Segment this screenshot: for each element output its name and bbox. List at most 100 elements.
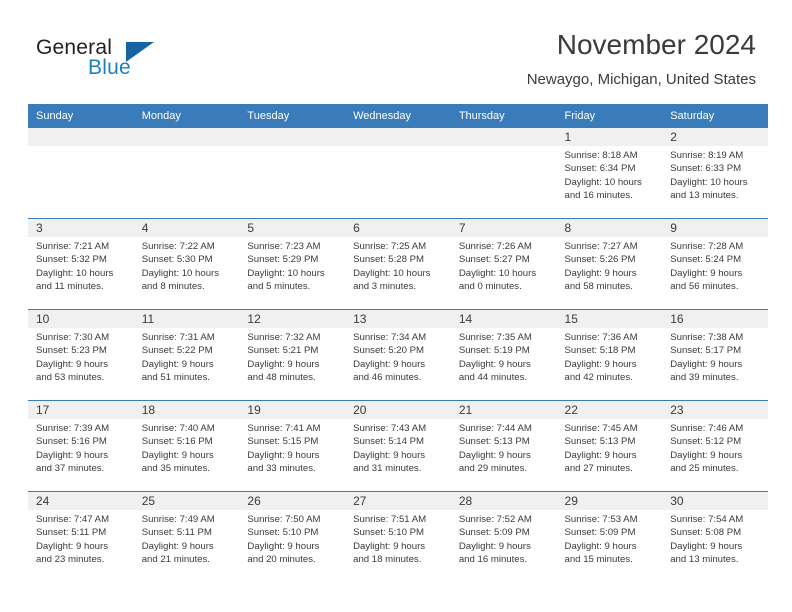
sun-info-sunrise: Sunrise: 7:39 AM (36, 423, 110, 434)
weekday-header-friday: Friday (556, 104, 663, 128)
calendar-cell: 19 Sunrise: 7:41 AM Sunset: 5:15 PM Dayligh… (239, 400, 346, 492)
day-number: 29 (556, 492, 663, 510)
day-cell-24[interactable]: 24 Sunrise: 7:47 AM Sunset: 5:11 PM Dayligh… (28, 492, 134, 582)
day-cell-25[interactable]: 25 Sunrise: 7:49 AM Sunset: 5:11 PM Dayligh… (133, 492, 240, 582)
day-cell-15[interactable]: 15 Sunrise: 7:36 AM Sunset: 5:18 PM Dayligh… (556, 310, 663, 400)
sun-info-sunrise: Sunrise: 7:36 AM (564, 332, 638, 343)
day-cell-17[interactable]: 17 Sunrise: 7:39 AM Sunset: 5:16 PM Dayligh… (28, 401, 134, 491)
day-number: 19 (239, 401, 346, 419)
day-cell-19[interactable]: 19 Sunrise: 7:41 AM Sunset: 5:15 PM Dayligh… (239, 401, 346, 491)
day-sun-info: Sunrise: 7:31 AM Sunset: 5:22 PM Daylight:… (134, 328, 240, 385)
sun-info-daylight2: and 23 minutes. (36, 554, 105, 566)
sun-info-daylight1: Daylight: 10 hours (670, 176, 748, 188)
day-cell-8[interactable]: 8 Sunrise: 7:27 AM Sunset: 5:26 PM Daylight… (556, 219, 663, 309)
calendar-cell: 18 Sunrise: 7:40 AM Sunset: 5:16 PM Dayligh… (133, 400, 240, 492)
sun-info-daylight2: and 0 minutes. (458, 281, 522, 293)
day-number (345, 128, 451, 146)
sun-info-daylight1: Daylight: 9 hours (564, 449, 637, 461)
day-cell-7[interactable]: 7 Sunrise: 7:26 AM Sunset: 5:27 PM Daylight… (450, 219, 557, 309)
day-cell-16[interactable]: 16 Sunrise: 7:38 AM Sunset: 5:17 PM Dayligh… (662, 310, 768, 400)
day-cell-10[interactable]: 10 Sunrise: 7:30 AM Sunset: 5:23 PM Dayligh… (28, 310, 134, 400)
day-number: 13 (345, 310, 451, 328)
day-cell-12[interactable]: 12 Sunrise: 7:32 AM Sunset: 5:21 PM Dayligh… (239, 310, 346, 400)
sun-info-sunrise: Sunrise: 7:30 AM (36, 332, 110, 343)
day-cell-30[interactable]: 30 Sunrise: 7:54 AM Sunset: 5:08 PM Dayligh… (662, 492, 768, 582)
sun-info-daylight1: Daylight: 9 hours (36, 358, 108, 370)
day-cell-20[interactable]: 20 Sunrise: 7:43 AM Sunset: 5:14 PM Dayligh… (345, 401, 451, 491)
day-number: 8 (556, 219, 663, 237)
sun-info-daylight2: and 15 minutes. (564, 554, 633, 566)
sun-info-daylight2: and 37 minutes. (36, 463, 105, 475)
day-sun-info: Sunrise: 7:53 AM Sunset: 5:09 PM Daylight:… (557, 510, 663, 567)
sun-info-daylight2: and 29 minutes. (458, 463, 528, 475)
calendar-cell: 27 Sunrise: 7:51 AM Sunset: 5:10 PM Dayligh… (345, 491, 451, 582)
day-number: 25 (133, 492, 240, 510)
day-cell-6[interactable]: 6 Sunrise: 7:25 AM Sunset: 5:28 PM Daylight… (345, 219, 451, 309)
day-cell-29[interactable]: 29 Sunrise: 7:53 AM Sunset: 5:09 PM Dayligh… (556, 492, 663, 582)
sun-info-sunrise: Sunrise: 7:46 AM (670, 423, 744, 434)
sun-info-daylight1: Daylight: 9 hours (141, 449, 214, 461)
day-number: 7 (450, 219, 557, 237)
calendar-cell: 29 Sunrise: 7:53 AM Sunset: 5:09 PM Dayligh… (556, 491, 663, 582)
sun-info-sunset: Sunset: 5:09 PM (564, 527, 636, 539)
day-cell-empty (345, 128, 451, 218)
sun-info-sunset: Sunset: 5:11 PM (36, 527, 107, 539)
sun-info-daylight2: and 16 minutes. (458, 554, 528, 566)
sun-info-sunrise: Sunrise: 7:53 AM (564, 514, 638, 525)
calendar-cell: 17 Sunrise: 7:39 AM Sunset: 5:16 PM Dayligh… (28, 400, 134, 492)
calendar-cell: 1 Sunrise: 8:18 AM Sunset: 6:34 PM Daylight… (556, 128, 663, 219)
sun-info-sunrise: Sunrise: 7:41 AM (247, 423, 321, 434)
sun-info-sunrise: Sunrise: 7:40 AM (141, 423, 215, 434)
sun-info-daylight1: Daylight: 10 hours (458, 267, 537, 279)
day-sun-info: Sunrise: 7:50 AM Sunset: 5:10 PM Daylight:… (239, 510, 345, 567)
day-cell-2[interactable]: 2 Sunrise: 8:19 AM Sunset: 6:33 PM Daylight… (662, 128, 768, 218)
day-cell-28[interactable]: 28 Sunrise: 7:52 AM Sunset: 5:09 PM Dayligh… (450, 492, 557, 582)
day-cell-1[interactable]: 1 Sunrise: 8:18 AM Sunset: 6:34 PM Daylight… (556, 128, 663, 218)
sun-info-daylight1: Daylight: 9 hours (670, 267, 743, 279)
weekday-headers: Sunday Monday Tuesday Wednesday Thursday Frid… (28, 104, 768, 128)
day-cell-27[interactable]: 27 Sunrise: 7:51 AM Sunset: 5:10 PM Dayligh… (345, 492, 451, 582)
day-number: 16 (662, 310, 768, 328)
day-number (133, 128, 240, 146)
calendar-cell: 23 Sunrise: 7:46 AM Sunset: 5:12 PM Dayligh… (662, 400, 768, 492)
sun-info-daylight1: Daylight: 9 hours (247, 358, 320, 370)
day-sun-info: Sunrise: 7:27 AM Sunset: 5:26 PM Daylight:… (557, 237, 663, 294)
general-blue-logo: General Blue (36, 36, 216, 84)
day-cell-9[interactable]: 9 Sunrise: 7:28 AM Sunset: 5:24 PM Daylight… (662, 219, 768, 309)
day-cell-26[interactable]: 26 Sunrise: 7:50 AM Sunset: 5:10 PM Dayligh… (239, 492, 346, 582)
day-cell-13[interactable]: 13 Sunrise: 7:34 AM Sunset: 5:20 PM Dayligh… (345, 310, 451, 400)
sun-info-daylight2: and 13 minutes. (670, 190, 739, 202)
day-number: 23 (662, 401, 768, 419)
day-cell-21[interactable]: 21 Sunrise: 7:44 AM Sunset: 5:13 PM Dayligh… (450, 401, 557, 491)
day-cell-14[interactable]: 14 Sunrise: 7:35 AM Sunset: 5:19 PM Dayligh… (450, 310, 557, 400)
day-sun-info: Sunrise: 7:21 AM Sunset: 5:32 PM Daylight:… (28, 237, 134, 294)
sun-info-sunset: Sunset: 5:13 PM (458, 436, 530, 448)
page-title: November 2024 (556, 29, 756, 60)
sun-info-daylight2: and 51 minutes. (141, 372, 210, 384)
day-sun-info: Sunrise: 7:23 AM Sunset: 5:29 PM Daylight:… (239, 237, 345, 294)
sun-info-sunrise: Sunrise: 7:45 AM (564, 423, 638, 434)
day-cell-3[interactable]: 3 Sunrise: 7:21 AM Sunset: 5:32 PM Daylight… (28, 219, 134, 309)
sun-info-daylight1: Daylight: 9 hours (458, 358, 531, 370)
day-cell-4[interactable]: 4 Sunrise: 7:22 AM Sunset: 5:30 PM Daylight… (133, 219, 240, 309)
day-cell-empty (450, 128, 557, 218)
day-cell-5[interactable]: 5 Sunrise: 7:23 AM Sunset: 5:29 PM Daylight… (239, 219, 346, 309)
calendar-cell: 10 Sunrise: 7:30 AM Sunset: 5:23 PM Dayligh… (28, 309, 134, 401)
day-cell-22[interactable]: 22 Sunrise: 7:45 AM Sunset: 5:13 PM Dayligh… (556, 401, 663, 491)
sun-info-daylight1: Daylight: 9 hours (353, 540, 426, 552)
sun-info-sunrise: Sunrise: 7:32 AM (247, 332, 321, 343)
sun-info-sunrise: Sunrise: 7:28 AM (670, 241, 744, 252)
day-cell-empty (28, 128, 134, 218)
sun-info-sunset: Sunset: 5:30 PM (141, 254, 213, 266)
sun-info-daylight2: and 18 minutes. (353, 554, 422, 566)
sun-info-daylight2: and 8 minutes. (141, 281, 205, 293)
day-sun-info: Sunrise: 7:44 AM Sunset: 5:13 PM Daylight:… (451, 419, 557, 476)
sun-info-sunset: Sunset: 5:18 PM (564, 345, 636, 357)
day-cell-18[interactable]: 18 Sunrise: 7:40 AM Sunset: 5:16 PM Dayligh… (133, 401, 240, 491)
day-sun-info: Sunrise: 8:19 AM Sunset: 6:33 PM Daylight:… (662, 146, 768, 203)
day-sun-info: Sunrise: 7:35 AM Sunset: 5:19 PM Daylight:… (451, 328, 557, 385)
day-cell-23[interactable]: 23 Sunrise: 7:46 AM Sunset: 5:12 PM Dayligh… (662, 401, 768, 491)
day-cell-11[interactable]: 11 Sunrise: 7:31 AM Sunset: 5:22 PM Dayligh… (133, 310, 240, 400)
calendar-cell: 25 Sunrise: 7:49 AM Sunset: 5:11 PM Dayligh… (133, 491, 240, 582)
sun-info-sunrise: Sunrise: 7:25 AM (353, 241, 427, 252)
